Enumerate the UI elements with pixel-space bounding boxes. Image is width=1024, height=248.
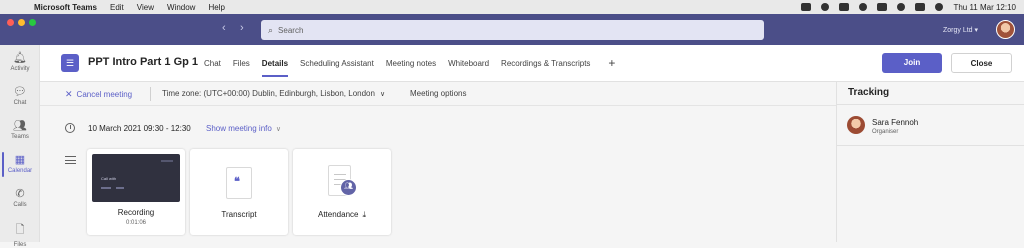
chevron-down-icon: ∨ [379,91,386,98]
meeting-header: ☰ PPT Intro Part 1 Gp 1 Chat Files Detai… [40,45,1024,82]
menu-window[interactable]: Window [167,3,195,12]
transcript-card[interactable]: ❝ Transcript [190,149,288,235]
close-button[interactable]: Close [951,53,1012,73]
rail-label-teams: Teams [11,134,29,140]
organizer-avatar[interactable] [847,116,865,134]
meeting-datetime: 10 March 2021 09:30 - 12:30 [88,124,191,133]
bluetooth-icon[interactable] [859,3,868,11]
search-placeholder: Search [278,25,304,35]
divider [837,104,1024,105]
tracking-panel: Tracking Sara Fennoh Organiser [836,82,1024,242]
chat-icon: 💬︎ [13,86,27,98]
timezone-label: Time zone: (UTC+00:00) Dublin, Edinburgh… [162,89,375,98]
teams-icon: 👥︎ [13,120,27,132]
cancel-meeting-label: Cancel meeting [76,90,133,99]
show-meeting-info-link[interactable]: Show meeting info ∨ [206,124,281,133]
org-switcher[interactable]: Zorgy Ltd ▾ [943,26,978,34]
add-tab-icon[interactable]: + [608,45,615,82]
organizer-role: Organiser [872,129,899,135]
toolbar-divider [150,87,151,101]
transcript-label: Transcript [221,210,257,219]
attendance-label-row: Attendance ⤓ [293,210,391,220]
tab-scheduling-assistant[interactable]: Scheduling Assistant [300,45,374,82]
menubar-status-area: Thu 11 Mar 12:10 [801,0,1016,14]
meeting-icon: ☰ [61,54,79,72]
meeting-title: PPT Intro Part 1 Gp 1 [88,56,199,68]
divider [837,145,1024,146]
tab-chat[interactable]: Chat [204,45,221,82]
forward-arrow-icon[interactable]: › [240,22,244,34]
transcript-icon: ❝ [226,167,252,199]
download-icon[interactable]: ⤓ [362,210,366,220]
rail-item-teams[interactable]: 👥︎ Teams [0,119,40,140]
thumb-deco [101,187,111,189]
rail-label-chat: Chat [13,100,27,106]
tab-recordings-transcripts[interactable]: Recordings & Transcripts [501,45,590,82]
control-center-icon[interactable] [915,3,926,11]
rail-item-files[interactable]: 🗋︎ Files [0,221,40,248]
clock-icon [65,123,75,133]
chevron-down-icon: ∨ [275,126,281,133]
calendar-icon: ▦ [14,154,26,166]
meeting-toolbar: ✕ Cancel meeting Time zone: (UTC+00:00) D… [40,82,836,106]
close-icon: ✕ [65,89,73,99]
meeting-options-button[interactable]: Meeting options [410,89,466,98]
menubar-clock[interactable]: Thu 11 Mar 12:10 [953,3,1016,12]
bell-icon: 🔔︎ [13,52,27,64]
attendance-card[interactable]: 👥︎ Attendance ⤓ [293,149,391,235]
notes-icon [65,156,76,164]
organizer-name: Sara Fennoh [872,118,919,127]
recording-label: Recording [117,208,155,217]
profile-avatar[interactable] [996,20,1015,39]
menu-edit[interactable]: Edit [110,3,124,12]
phone-icon: ✆ [15,188,25,200]
rail-label-calendar: Calendar [7,168,33,174]
tab-files[interactable]: Files [233,45,250,82]
app-rail: 🔔︎ Activity 💬︎ Chat 👥︎ Teams ▦ Calendar … [0,45,40,248]
search-input[interactable]: ⌕ Search [261,20,764,40]
siri-icon[interactable] [935,3,944,11]
org-name: Zorgy Ltd [943,27,973,34]
rail-label-calls: Calls [13,202,27,208]
recording-card[interactable]: Call with Recording 0:01:06 [87,149,185,235]
tracking-title: Tracking [848,87,890,98]
rail-item-chat[interactable]: 💬︎ Chat [0,85,40,106]
file-icon: 🗋︎ [15,224,25,236]
battery-icon[interactable] [877,3,888,11]
thumb-deco [161,160,173,162]
timezone-dropdown[interactable]: Time zone: (UTC+00:00) Dublin, Edinburgh… [162,89,385,98]
wifi-icon[interactable] [897,3,906,11]
people-icon: 👥︎ [340,179,357,196]
cloud-icon[interactable] [801,3,812,11]
minimize-window-button[interactable] [18,19,25,26]
attendance-label: Attendance [317,210,359,219]
volume-icon[interactable] [839,3,850,11]
join-button[interactable]: Join [882,53,942,73]
status-icon[interactable] [821,3,830,11]
recording-thumbnail: Call with [92,154,180,202]
back-arrow-icon[interactable]: ‹ [222,22,226,34]
rail-item-calls[interactable]: ✆ Calls [0,187,40,208]
tab-whiteboard[interactable]: Whiteboard [448,45,489,82]
meeting-tabs: Chat Files Details Scheduling Assistant … [204,45,627,82]
tab-meeting-notes[interactable]: Meeting notes [386,45,436,82]
menu-help[interactable]: Help [208,3,224,12]
rail-label-activity: Activity [10,66,30,72]
search-icon: ⌕ [268,24,274,35]
thumb-deco [116,187,124,189]
show-info-label: Show meeting info [206,124,272,133]
menu-view[interactable]: View [137,3,154,12]
rail-label-files: Files [13,242,27,248]
rail-item-activity[interactable]: 🔔︎ Activity [0,51,40,72]
close-window-button[interactable] [7,19,14,26]
zoom-window-button[interactable] [29,19,36,26]
rail-item-calendar[interactable]: ▦ Calendar [0,153,40,174]
recording-duration: 0:01:06 [125,220,147,226]
menu-app-name[interactable]: Microsoft Teams [34,3,97,12]
cancel-meeting-button[interactable]: ✕ Cancel meeting [65,89,132,100]
tab-details[interactable]: Details [261,45,289,82]
macos-menu-bar: Microsoft Teams Edit View Window Help Th… [0,0,1024,14]
thumb-title: Call with [101,176,117,181]
